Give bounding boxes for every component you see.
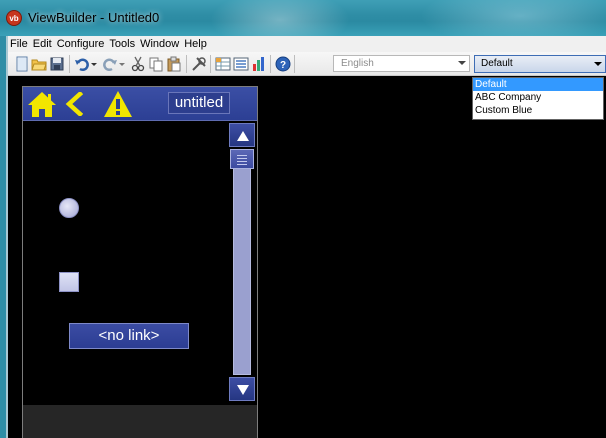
- save-icon[interactable]: [49, 56, 65, 72]
- language-value: English: [341, 58, 374, 69]
- toolbar: ? English Default: [8, 52, 606, 76]
- theme-option-custom-blue[interactable]: Custom Blue: [473, 104, 603, 117]
- menu-file[interactable]: File: [8, 36, 30, 52]
- new-file-icon[interactable]: [14, 56, 30, 72]
- menu-edit[interactable]: Edit: [31, 36, 54, 52]
- app-logo-icon: vb: [6, 10, 22, 26]
- screen-title[interactable]: untitled: [168, 92, 230, 114]
- language-select[interactable]: English: [333, 55, 470, 72]
- grip-line: [237, 158, 247, 159]
- redo-dropdown-icon[interactable]: [118, 56, 126, 72]
- checkbox[interactable]: [59, 272, 79, 292]
- theme-select[interactable]: Default: [474, 55, 606, 73]
- bar-chart-icon[interactable]: [251, 56, 267, 72]
- arrow-down-icon: [237, 385, 249, 395]
- radio-button[interactable]: [59, 198, 79, 218]
- chevron-down-icon: [594, 62, 602, 66]
- device-header: untitled: [23, 87, 257, 121]
- toolbar-separator: [186, 55, 187, 73]
- grip-line: [237, 164, 247, 165]
- theme-dropdown-list: Default ABC Company Custom Blue: [472, 77, 604, 120]
- menu-tools[interactable]: Tools: [107, 36, 137, 52]
- back-arrow-icon[interactable]: [65, 92, 83, 116]
- undo-dropdown-icon[interactable]: [90, 56, 98, 72]
- scrollbar-track[interactable]: [233, 149, 251, 375]
- copy-icon[interactable]: [148, 56, 164, 72]
- list-icon[interactable]: [233, 56, 249, 72]
- grip-line: [237, 161, 247, 162]
- tool-icon[interactable]: [191, 56, 207, 72]
- warning-icon[interactable]: [103, 90, 133, 118]
- toolbar-separator: [210, 55, 211, 73]
- theme-option-default[interactable]: Default: [473, 78, 603, 91]
- open-folder-icon[interactable]: [31, 56, 47, 72]
- redo-icon[interactable]: [102, 56, 118, 72]
- chevron-down-icon: [458, 61, 466, 65]
- home-icon[interactable]: [27, 90, 57, 118]
- menu-window[interactable]: Window: [138, 36, 181, 52]
- svg-text:?: ?: [280, 60, 286, 71]
- theme-option-abc-company[interactable]: ABC Company: [473, 91, 603, 104]
- paste-icon[interactable]: [166, 56, 182, 72]
- window-title: ViewBuilder - Untitled0: [28, 10, 160, 25]
- help-icon[interactable]: ?: [275, 56, 291, 72]
- scroll-down-button[interactable]: [229, 377, 255, 401]
- scroll-up-button[interactable]: [229, 123, 255, 147]
- grip-line: [237, 155, 247, 156]
- device-footer: [23, 405, 257, 438]
- cut-icon[interactable]: [130, 56, 146, 72]
- toolbar-separator: [294, 55, 295, 73]
- menu-bar: File Edit Configure Tools Window Help: [8, 36, 606, 52]
- link-button[interactable]: <no link>: [69, 323, 189, 349]
- toolbar-separator: [69, 55, 70, 73]
- device-preview[interactable]: untitled <no link>: [22, 86, 258, 438]
- arrow-up-icon: [237, 131, 249, 141]
- theme-value: Default: [481, 58, 513, 69]
- title-bar: vb ViewBuilder - Untitled0: [0, 0, 606, 36]
- table-icon[interactable]: [215, 56, 231, 72]
- toolbar-separator: [270, 55, 271, 73]
- menu-configure[interactable]: Configure: [55, 36, 107, 52]
- scrollbar-thumb[interactable]: [230, 149, 254, 169]
- menu-help[interactable]: Help: [182, 36, 209, 52]
- undo-icon[interactable]: [74, 56, 90, 72]
